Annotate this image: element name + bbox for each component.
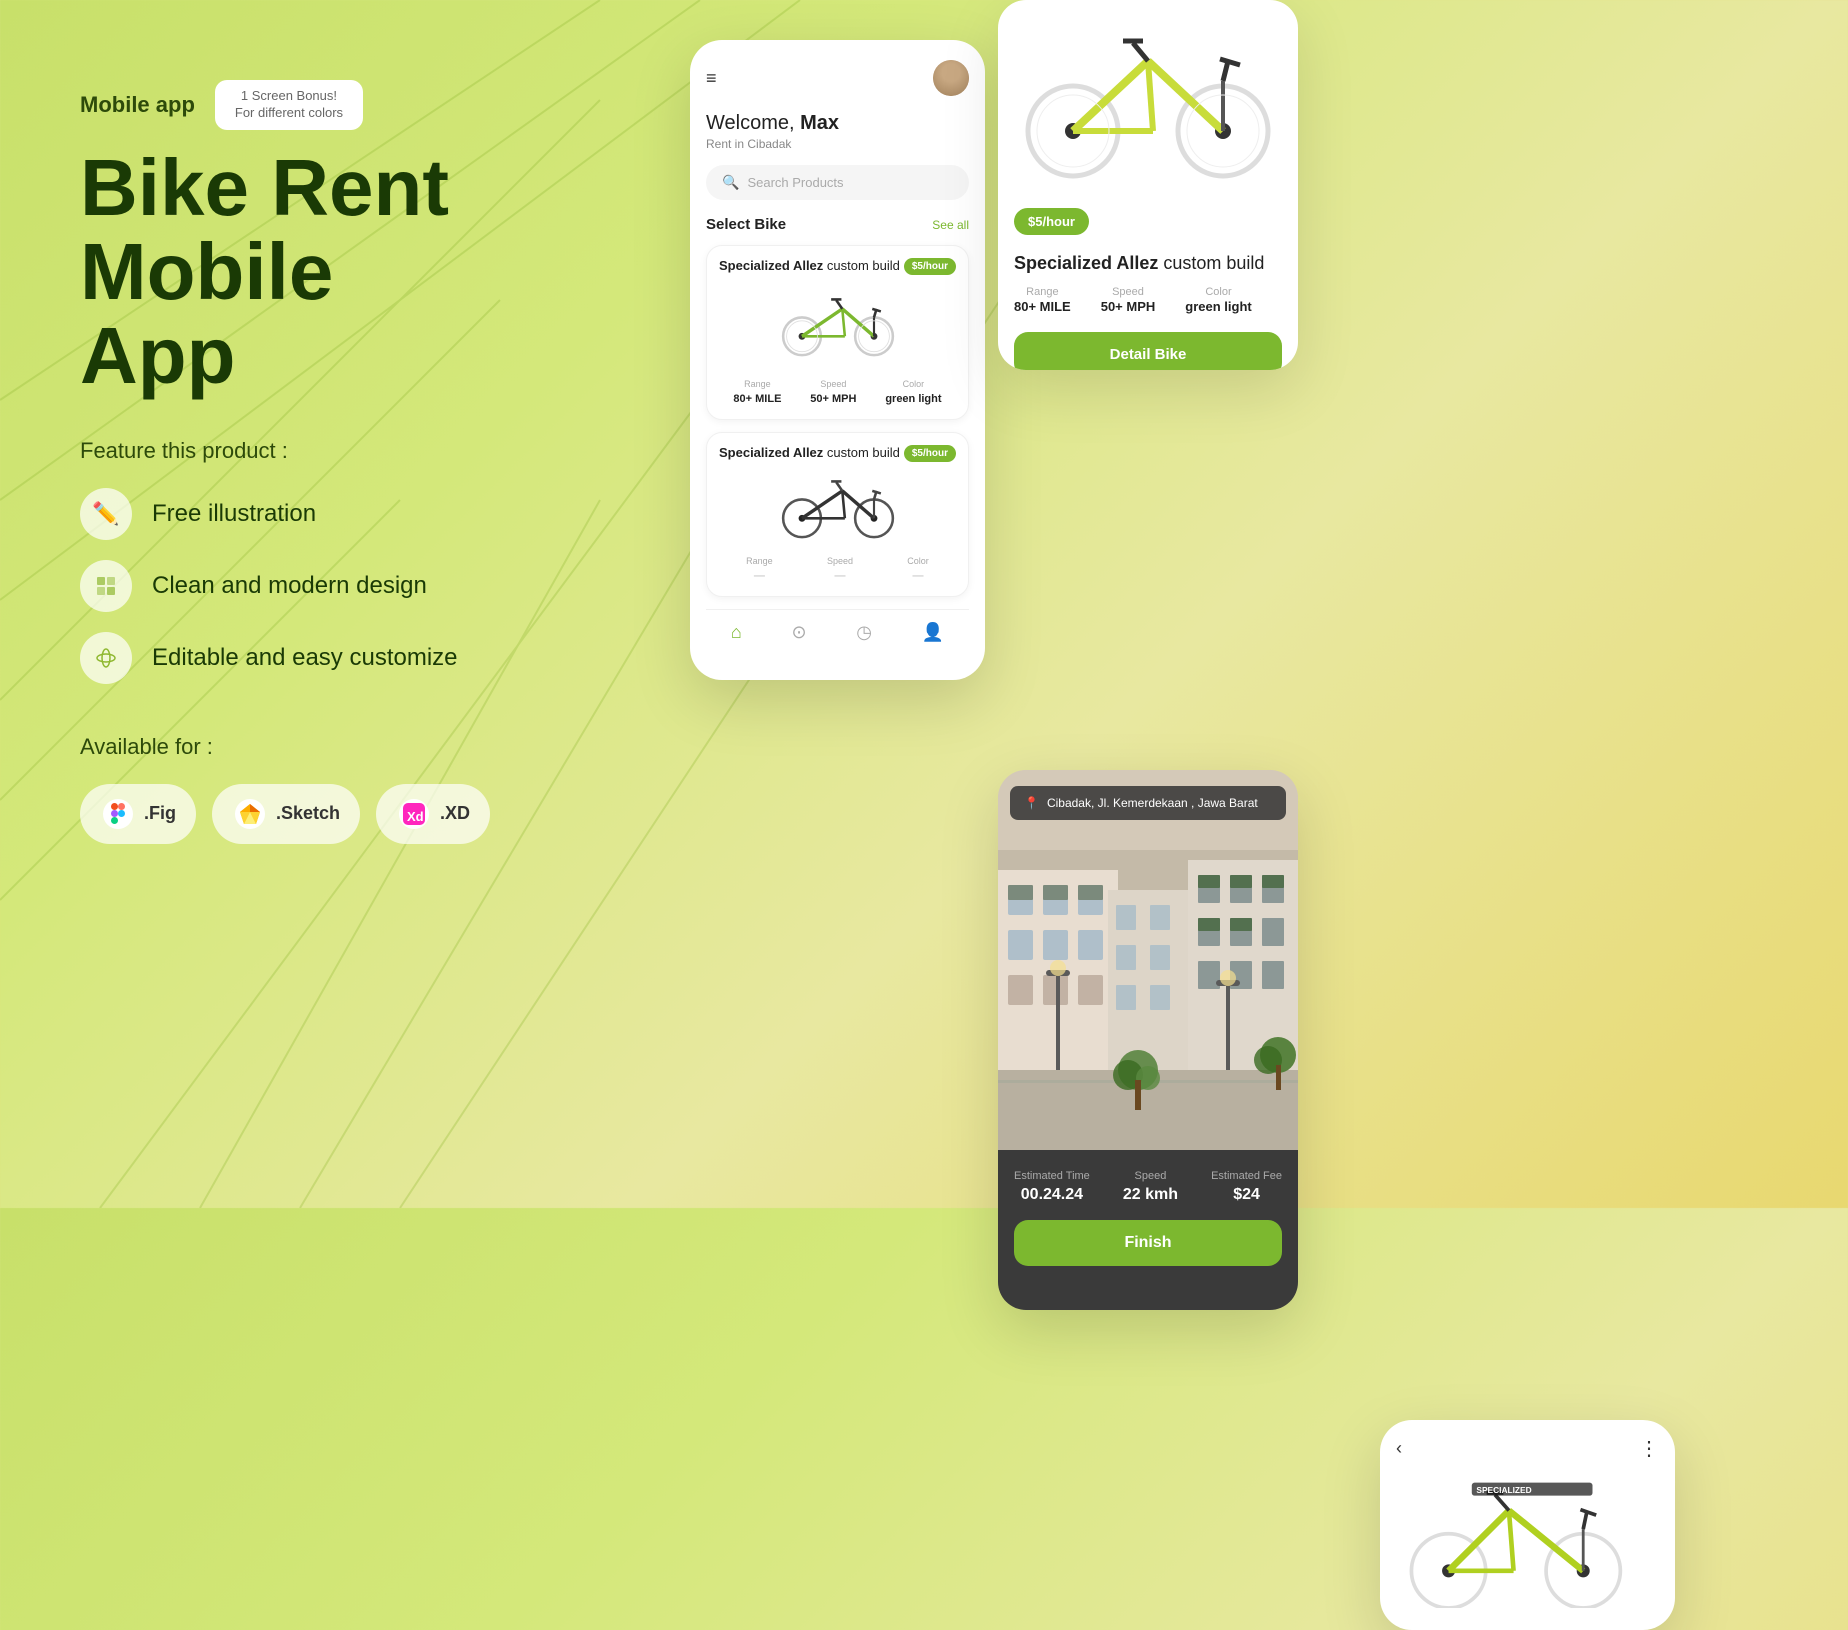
- map-background: 📍 Cibadak, Jl. Kemerdekaan , Jawa Barat: [998, 770, 1298, 1150]
- nav-user-icon[interactable]: 👤: [922, 622, 944, 643]
- spec-range-1: Range 80+ MILE: [733, 379, 781, 407]
- phone-bottom-header: ‹ ⋮: [1396, 1436, 1659, 1461]
- map-stats: Estimated Time 00.24.24 Speed 22 kmh Est…: [1014, 1170, 1282, 1204]
- phone-bottom-bike-image: SPECIALIZED: [1396, 1473, 1659, 1613]
- search-bar[interactable]: 🔍 Search Products: [706, 165, 969, 200]
- spec-color-1: Color green light: [885, 379, 941, 407]
- xd-label: .XD: [440, 803, 470, 824]
- search-icon: 🔍: [722, 174, 739, 191]
- avatar-image: [933, 60, 969, 96]
- bike-card-2[interactable]: Specialized Allez custom build $5/hour: [706, 432, 969, 597]
- section-title: Select Bike: [706, 216, 786, 233]
- phone-detail: $5/hour Specialized Allez custom build R…: [998, 0, 1298, 370]
- available-label: Available for :: [80, 734, 680, 760]
- avatar: [933, 60, 969, 96]
- map-stat-time: Estimated Time 00.24.24: [1014, 1170, 1090, 1204]
- detail-bike-button[interactable]: Detail Bike: [1014, 332, 1282, 370]
- bike-image-1: [719, 281, 956, 371]
- bike-name-1: Specialized Allez custom build: [719, 258, 900, 273]
- mobile-app-section: Mobile app 1 Screen Bonus! For different…: [80, 80, 680, 130]
- sketch-icon: [232, 796, 268, 832]
- feature-text-2: Clean and modern design: [152, 572, 427, 600]
- nav-home-icon[interactable]: ⌂: [731, 622, 742, 643]
- location-text: Rent in Cibadak: [706, 137, 969, 151]
- detail-spec-speed: Speed 50+ MPH: [1101, 286, 1156, 316]
- search-placeholder: Search Products: [747, 175, 843, 190]
- section-header: Select Bike See all: [706, 216, 969, 233]
- figma-icon: [100, 796, 136, 832]
- nav-clock-icon[interactable]: ◷: [856, 622, 872, 643]
- map-stat-fee: Estimated Fee $24: [1211, 1170, 1282, 1204]
- bike-card-header-1: Specialized Allez custom build $5/hour: [719, 258, 956, 275]
- welcome-text: Welcome, Max: [706, 112, 969, 135]
- xd-icon: Xd: [396, 796, 432, 832]
- price-badge-2: $5/hour: [904, 445, 956, 462]
- see-all-link[interactable]: See all: [932, 218, 969, 232]
- price-badge-detail: $5/hour: [1014, 208, 1089, 235]
- feature-text-3: Editable and easy customize: [152, 644, 458, 672]
- feature-text-1: Free illustration: [152, 500, 316, 528]
- bike-specs-1: Range 80+ MILE Speed 50+ MPH Color green…: [719, 379, 956, 407]
- bike-name-2: Specialized Allez custom build: [719, 445, 900, 460]
- spec-range-2: Range —: [746, 556, 773, 584]
- phone-header: ≡: [706, 60, 969, 96]
- bike-specs-2: Range — Speed — Color —: [719, 556, 956, 584]
- detail-bike-image: [1014, 16, 1282, 196]
- svg-text:Xd: Xd: [407, 809, 424, 824]
- detail-spec-range: Range 80+ MILE: [1014, 286, 1071, 316]
- xd-tool: Xd .XD: [376, 784, 490, 844]
- mobile-label: Mobile app: [80, 92, 195, 118]
- left-panel: Mobile app 1 Screen Bonus! For different…: [80, 80, 680, 844]
- tool-list: .Fig .Sketch: [80, 784, 680, 844]
- phone-map: 📍 Cibadak, Jl. Kemerdekaan , Jawa Barat …: [998, 770, 1298, 1310]
- phone-main-wrapper: ≡ Welcome, Max Rent in Cibadak 🔍 Search …: [690, 40, 985, 680]
- feature-item-2: Clean and modern design: [80, 560, 680, 612]
- sketch-label: .Sketch: [276, 803, 340, 824]
- feature-item-1: ✏️ Free illustration: [80, 488, 680, 540]
- bike-card-1[interactable]: Specialized Allez custom build $5/hour: [706, 245, 969, 420]
- figma-tool: .Fig: [80, 784, 196, 844]
- back-button[interactable]: ‹: [1396, 1438, 1402, 1459]
- location-text: Cibadak, Jl. Kemerdekaan , Jawa Barat: [1047, 796, 1258, 810]
- nav-location-icon[interactable]: ⊙: [791, 622, 806, 643]
- bonus-badge: 1 Screen Bonus! For different colors: [215, 80, 363, 130]
- feature-label: Feature this product :: [80, 438, 680, 464]
- map-info-panel: Estimated Time 00.24.24 Speed 22 kmh Est…: [998, 1150, 1298, 1310]
- figma-label: .Fig: [144, 803, 176, 824]
- feature-item-3: Editable and easy customize: [80, 632, 680, 684]
- illustration-icon: ✏️: [80, 488, 132, 540]
- phone-main: ≡ Welcome, Max Rent in Cibadak 🔍 Search …: [690, 40, 985, 680]
- price-badge-1: $5/hour: [904, 258, 956, 275]
- design-icon: [80, 560, 132, 612]
- spec-color-2: Color —: [907, 556, 929, 584]
- detail-header-row: $5/hour: [1014, 208, 1282, 245]
- location-pin-icon: 📍: [1024, 796, 1039, 810]
- spec-speed-1: Speed 50+ MPH: [810, 379, 856, 407]
- spec-speed-2: Speed —: [827, 556, 853, 584]
- location-bar: 📍 Cibadak, Jl. Kemerdekaan , Jawa Barat: [1010, 786, 1286, 820]
- bike-image-2: [719, 468, 956, 548]
- map-stat-speed: Speed 22 kmh: [1123, 1170, 1178, 1204]
- feature-list: ✏️ Free illustration Clean and modern de…: [80, 488, 680, 684]
- finish-button[interactable]: Finish: [1014, 1220, 1282, 1266]
- hamburger-icon[interactable]: ≡: [706, 68, 717, 89]
- sketch-tool: .Sketch: [212, 784, 360, 844]
- detail-specs: Range 80+ MILE Speed 50+ MPH Color green…: [1014, 286, 1282, 316]
- detail-title: Specialized Allez custom build: [1014, 253, 1282, 274]
- customize-icon: [80, 632, 132, 684]
- phone-bottom: ‹ ⋮ SPECIALIZED: [1380, 1420, 1675, 1630]
- detail-spec-color: Color green light: [1185, 286, 1251, 316]
- bike-card-header-2: Specialized Allez custom build $5/hour: [719, 445, 956, 462]
- main-title: Bike Rent Mobile App: [80, 146, 680, 398]
- dots-menu[interactable]: ⋮: [1639, 1436, 1659, 1461]
- phone-nav: ⌂ ⊙ ◷ 👤: [706, 609, 969, 643]
- svg-text:SPECIALIZED: SPECIALIZED: [1476, 1485, 1531, 1495]
